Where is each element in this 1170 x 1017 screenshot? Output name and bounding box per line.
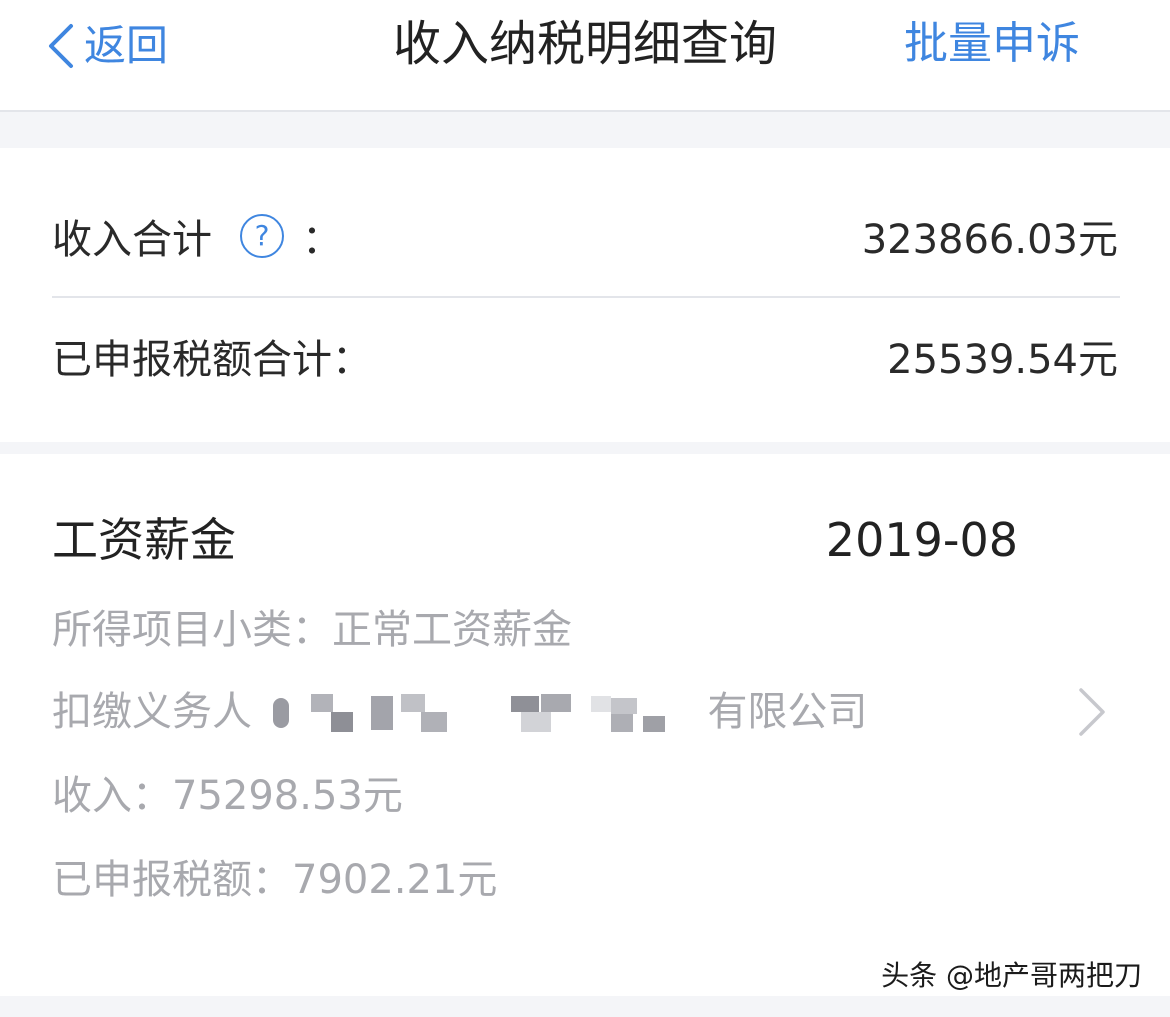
declared-tax-line: 已申报税额：7902.21元	[52, 857, 498, 903]
watermark: 头条 @地产哥两把刀	[881, 959, 1142, 992]
nav-bar: 返回 收入纳税明细查询 批量申诉	[0, 0, 1170, 112]
income-total-row: 收入合计 ? ： 323866.03元	[52, 196, 1118, 276]
withholding-agent-label: 扣缴义务人	[52, 689, 252, 735]
section-separator	[0, 442, 1170, 454]
withholding-agent-line: 扣缴义务人 有限公司	[52, 684, 867, 740]
income-record-item[interactable]: 工资薪金 2019-08 所得项目小类：正常工资薪金 扣缴义务人 有限公司 收入…	[0, 454, 1170, 996]
income-total-value: 323866.03元	[861, 217, 1118, 263]
income-total-label: 收入合计	[52, 217, 212, 263]
tax-total-value: 25539.54元	[887, 337, 1118, 383]
income-line: 收入：75298.53元	[52, 773, 403, 819]
section-separator	[0, 112, 1170, 148]
income-type: 工资薪金	[52, 513, 236, 567]
income-period: 2019-08	[825, 513, 1018, 567]
chevron-right-icon	[1079, 688, 1105, 736]
subcategory-line: 所得项目小类：正常工资薪金	[52, 607, 572, 653]
divider	[52, 296, 1120, 298]
income-total-label-group: 收入合计 ? ：	[52, 207, 342, 265]
help-icon[interactable]: ?	[240, 214, 284, 258]
batch-appeal-button[interactable]: 批量申诉	[904, 14, 1080, 74]
summary-card: 收入合计 ? ： 323866.03元 已申报税额合计： 25539.54元	[0, 148, 1170, 442]
tax-total-label: 已申报税额合计：	[52, 337, 372, 383]
income-total-colon: ：	[302, 217, 342, 263]
redacted-company-name	[265, 694, 695, 734]
withholding-agent-suffix: 有限公司	[707, 689, 868, 735]
section-separator	[0, 996, 1170, 1017]
tax-total-row: 已申报税额合计： 25539.54元	[52, 316, 1118, 396]
